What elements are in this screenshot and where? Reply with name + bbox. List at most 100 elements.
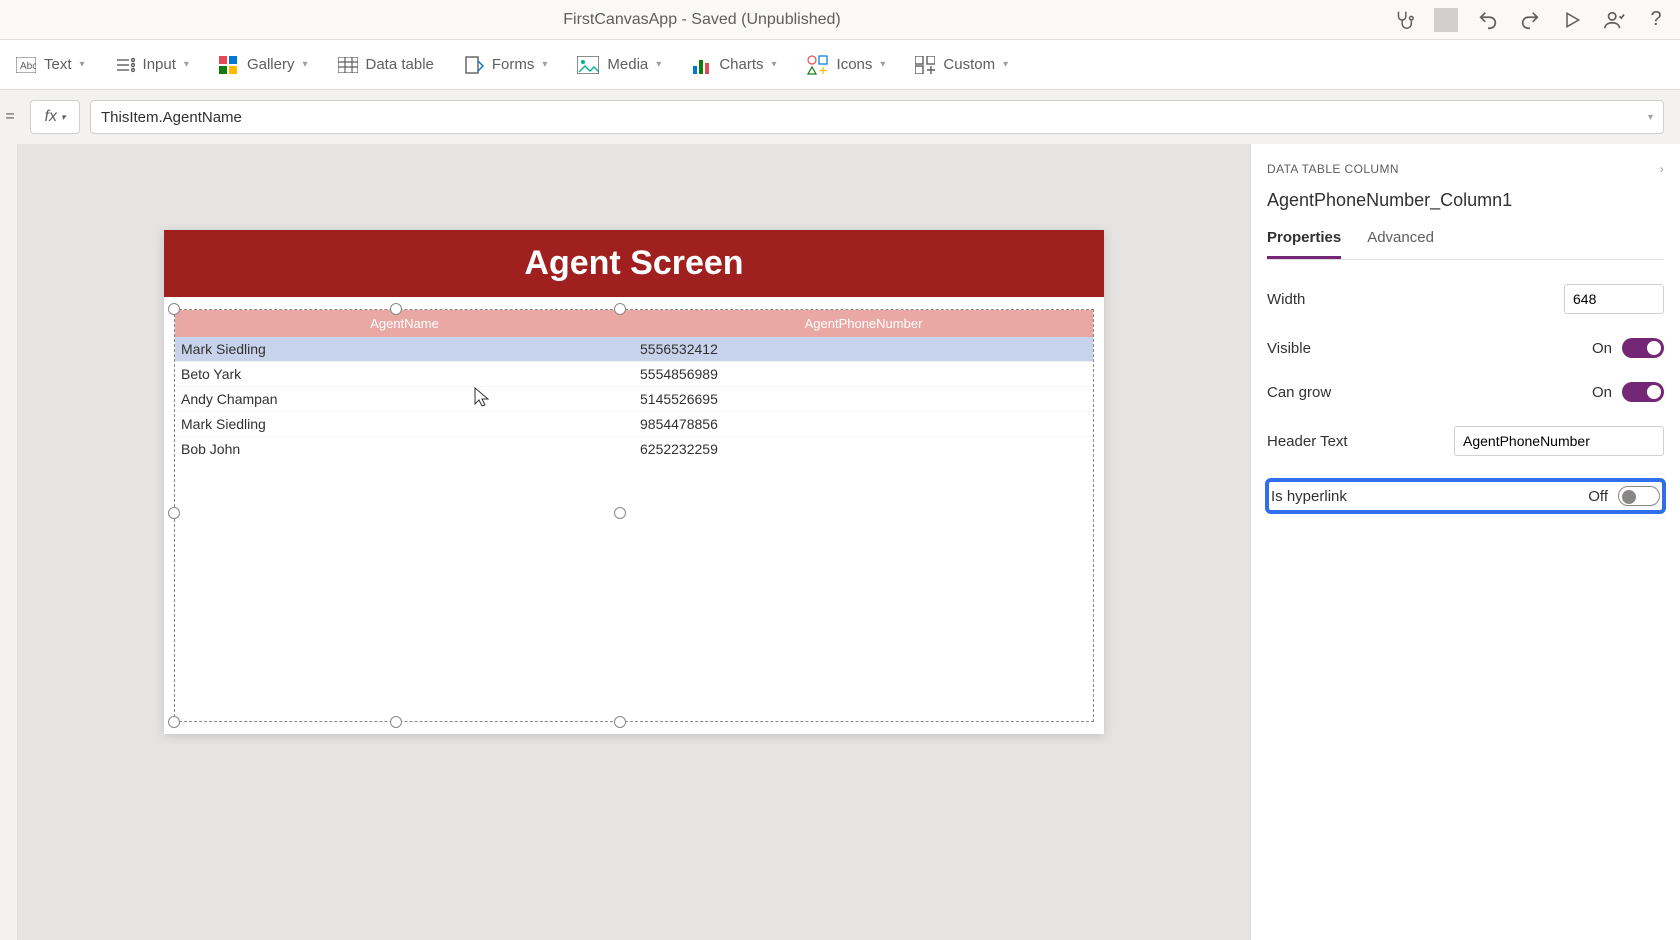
prop-visible: Visible On	[1267, 338, 1664, 358]
cell-phone: 9854478856	[634, 411, 1093, 436]
prop-is-hyperlink: Is hyperlink Off	[1267, 480, 1664, 512]
ribbon: Abc Text▾ Input▾ Gallery ▾ Data table For…	[0, 40, 1680, 90]
text-icon: Abc	[16, 57, 36, 73]
cell-phone: 6252232259	[634, 436, 1093, 461]
app-title: FirstCanvasApp - Saved (Unpublished)	[12, 11, 1392, 29]
prop-width-label: Width	[1267, 291, 1305, 308]
chevron-down-icon: ▾	[772, 59, 777, 70]
prop-headertext-input[interactable]	[1454, 426, 1664, 456]
stethoscope-icon[interactable]	[1392, 8, 1416, 32]
separator	[1434, 8, 1458, 32]
col-header-1[interactable]: AgentName	[175, 310, 634, 337]
table-row[interactable]: Mark Siedling9854478856	[175, 411, 1093, 436]
prop-headertext-label: Header Text	[1267, 433, 1348, 450]
formula-text: ThisItem.AgentName	[101, 109, 242, 126]
ribbon-gallery-label: Gallery	[247, 56, 295, 73]
chevron-down-icon: ▾	[880, 59, 885, 70]
formula-expand-icon[interactable]: ▾	[1648, 112, 1653, 123]
help-icon[interactable]: ?	[1644, 8, 1668, 32]
ribbon-charts[interactable]: Charts ▾	[691, 56, 776, 74]
ribbon-icons[interactable]: Icons ▾	[807, 55, 886, 75]
ribbon-charts-label: Charts	[719, 56, 763, 73]
table-body: Mark Siedling5556532412 Beto Yark5554856…	[175, 337, 1093, 461]
cell-phone: 5556532412	[634, 337, 1093, 361]
ribbon-text[interactable]: Abc Text▾	[16, 56, 85, 73]
custom-icon	[915, 56, 935, 74]
prop-header-text: Header Text	[1267, 426, 1664, 456]
resize-handle[interactable]	[614, 507, 626, 519]
tab-advanced[interactable]: Advanced	[1367, 229, 1434, 259]
resize-handle[interactable]	[390, 716, 402, 728]
prop-ishyperlink-label: Is hyperlink	[1271, 488, 1347, 505]
tab-properties[interactable]: Properties	[1267, 229, 1341, 259]
prop-cangrow-value: On	[1592, 384, 1612, 401]
ribbon-custom[interactable]: Custom▾	[915, 56, 1008, 74]
svg-text:Abc: Abc	[20, 61, 36, 72]
table-row[interactable]: Andy Champan5145526695	[175, 386, 1093, 411]
media-icon	[577, 56, 599, 74]
prop-width: Width	[1267, 284, 1664, 314]
toggle-cangrow[interactable]	[1622, 382, 1664, 402]
resize-handle[interactable]	[390, 303, 402, 315]
screen-title: Agent Screen	[164, 230, 1104, 297]
formula-bar: = fx▾ ThisItem.AgentName ▾	[0, 90, 1680, 144]
ribbon-media[interactable]: Media ▾	[577, 56, 661, 74]
datatable-icon	[338, 57, 358, 73]
resize-handle[interactable]	[614, 716, 626, 728]
data-table[interactable]: AgentName AgentPhoneNumber Mark Siedling…	[174, 309, 1094, 722]
pane-kicker: DATA TABLE COLUMN	[1267, 162, 1399, 176]
datatable-wrapper[interactable]: AgentName AgentPhoneNumber Mark Siedling…	[164, 297, 1104, 734]
chevron-down-icon: ▾	[656, 59, 661, 70]
ribbon-icons-label: Icons	[837, 56, 873, 73]
toggle-ishyperlink[interactable]	[1618, 486, 1660, 506]
ribbon-media-label: Media	[607, 56, 648, 73]
cell-name: Mark Siedling	[175, 337, 634, 361]
fx-button[interactable]: fx▾	[30, 100, 80, 134]
title-bar: FirstCanvasApp - Saved (Unpublished) ?	[0, 0, 1680, 40]
table-row[interactable]: Bob John6252232259	[175, 436, 1093, 461]
icons-icon	[807, 55, 829, 75]
prop-visible-value: On	[1592, 340, 1612, 357]
resize-handle[interactable]	[168, 716, 180, 728]
prop-can-grow: Can grow On	[1267, 382, 1664, 402]
undo-icon[interactable]	[1476, 8, 1500, 32]
equals-label: =	[0, 108, 20, 126]
cell-name: Mark Siedling	[175, 411, 634, 436]
user-icon[interactable]	[1602, 8, 1626, 32]
prop-cangrow-label: Can grow	[1267, 384, 1331, 401]
cell-name: Beto Yark	[175, 361, 634, 386]
chevron-down-icon: ▾	[80, 59, 85, 70]
table-row[interactable]: Mark Siedling5556532412	[175, 337, 1093, 361]
chevron-down-icon: ▾	[302, 59, 307, 70]
prop-width-input[interactable]	[1564, 284, 1664, 314]
left-gutter	[0, 144, 18, 940]
canvas-frame: Agent Screen AgentName AgentPhoneNumber …	[164, 230, 1104, 734]
toggle-visible[interactable]	[1622, 338, 1664, 358]
cell-phone: 5554856989	[634, 361, 1093, 386]
cell-phone: 5145526695	[634, 386, 1093, 411]
canvas-area[interactable]: Agent Screen AgentName AgentPhoneNumber …	[18, 144, 1250, 940]
play-icon[interactable]	[1560, 8, 1584, 32]
charts-icon	[691, 56, 711, 74]
resize-handle[interactable]	[168, 303, 180, 315]
gallery-icon	[219, 56, 239, 74]
redo-icon[interactable]	[1518, 8, 1542, 32]
table-filler	[175, 461, 1093, 721]
chevron-down-icon: ▾	[542, 59, 547, 70]
ribbon-data-table[interactable]: Data table	[338, 56, 434, 73]
prop-visible-label: Visible	[1267, 340, 1311, 357]
cell-name: Bob John	[175, 436, 634, 461]
table-row[interactable]: Beto Yark5554856989	[175, 361, 1093, 386]
col-header-2[interactable]: AgentPhoneNumber	[634, 310, 1093, 337]
ribbon-datatable-label: Data table	[366, 56, 434, 73]
ribbon-custom-label: Custom	[943, 56, 995, 73]
resize-handle[interactable]	[614, 303, 626, 315]
input-icon	[115, 56, 135, 74]
chevron-right-icon[interactable]: ›	[1660, 162, 1664, 176]
ribbon-forms[interactable]: Forms▾	[464, 55, 548, 75]
ribbon-gallery[interactable]: Gallery ▾	[219, 56, 308, 74]
formula-input[interactable]: ThisItem.AgentName ▾	[90, 100, 1664, 134]
forms-icon	[464, 55, 484, 75]
resize-handle[interactable]	[168, 507, 180, 519]
ribbon-input[interactable]: Input▾	[115, 56, 189, 74]
